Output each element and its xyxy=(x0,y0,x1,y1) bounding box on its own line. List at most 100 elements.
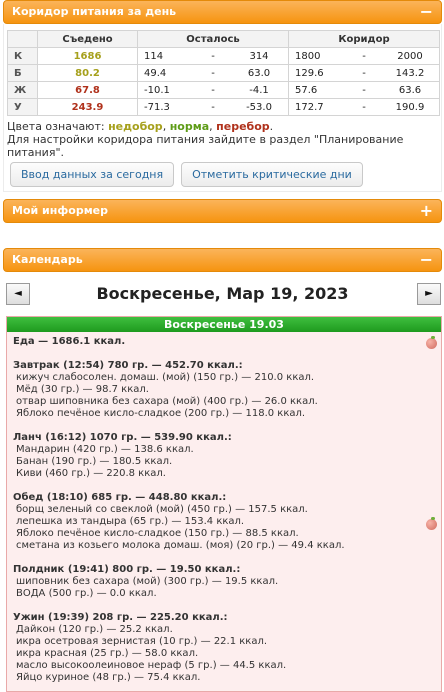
meal-title[interactable]: Завтрак (12:54) 780 гр. — 452.70 ккал.: xyxy=(13,360,435,372)
day-total: Еда — 1686.1 ккал. xyxy=(13,336,126,347)
range-separator: - xyxy=(211,101,215,113)
meal-title[interactable]: Обед (18:10) 685 гр. — 448.80 ккал.: xyxy=(13,492,435,504)
meal-item: лепешка из тандыра (65 гр.) — 153.4 ккал… xyxy=(16,516,245,527)
meal-item: Дайкон (120 гр.) — 25.2 ккал. xyxy=(16,624,173,635)
corridor-to: 63.6 xyxy=(398,84,422,96)
table-row: К 1686 114 - 314 1800 - 2000 xyxy=(7,47,440,65)
meal-item: кижуч слабосолен. домаш. (мой) (150 гр.)… xyxy=(16,372,315,383)
row-label: Ж xyxy=(7,81,38,99)
color-legend: Цвета означают: недобор, норма, перебор.… xyxy=(7,120,438,159)
meal-item: Киви (460 гр.) — 220.8 ккал. xyxy=(16,468,166,479)
meal-item: Яблоко печёное кисло-сладкое (200 гр.) —… xyxy=(16,408,306,419)
meal-item: отвар шиповника без сахара (мой) (400 гр… xyxy=(16,396,318,407)
corridor-from: 1800 xyxy=(295,50,321,62)
row-label: Б xyxy=(7,64,38,82)
remaining-from: -10.1 xyxy=(144,84,170,96)
range-separator: - xyxy=(211,50,215,62)
corridor-panel: Коридор питания за день − Съедено Остало… xyxy=(3,0,442,192)
meal-item: Яблоко печёное кисло-сладкое (150 гр.) —… xyxy=(16,528,299,539)
corridor-from: 172.7 xyxy=(295,101,324,113)
minus-icon[interactable]: − xyxy=(420,249,433,271)
calendar-panel-title: Календарь xyxy=(12,253,83,266)
informer-panel-title: Мой информер xyxy=(12,204,109,217)
meal-item: ВОДА (500 гр.) — 0.0 ккал. xyxy=(16,588,157,599)
meal-title[interactable]: Ланч (16:12) 1070 гр. — 539.90 ккал.: xyxy=(13,432,435,444)
corridor-panel-header[interactable]: Коридор питания за день − xyxy=(3,0,442,24)
remaining-from: 49.4 xyxy=(144,67,167,79)
informer-panel: Мой информер + xyxy=(3,199,442,227)
eaten-value: 67.8 xyxy=(37,81,138,99)
meal-block: Полдник (19:41) 800 гр. — 19.50 ккал.: ши… xyxy=(13,564,435,600)
day-body: Еда — 1686.1 ккал. Завтрак (12:54) 780 г… xyxy=(7,332,441,688)
informer-panel-header[interactable]: Мой информер + xyxy=(3,199,442,223)
apple-icon xyxy=(426,517,437,530)
range-separator: - xyxy=(362,50,366,62)
meal-item: Банан (190 гр.) — 180.5 ккал. xyxy=(16,456,173,467)
calendar-panel: Календарь − Воскресенье, Мар 19, 2023 ◄ … xyxy=(3,248,442,692)
calendar-panel-header[interactable]: Календарь − xyxy=(3,248,442,272)
row-label: У xyxy=(7,98,38,116)
eaten-value: 243.9 xyxy=(37,98,138,116)
meal-block: Ужин (19:39) 208 гр. — 225.20 ккал.: Дайк… xyxy=(13,612,435,684)
collapse-icon[interactable]: − xyxy=(420,1,433,23)
range-separator: - xyxy=(211,67,215,79)
meal-item: Мандарин (420 гр.) — 138.6 ккал. xyxy=(16,444,194,455)
remaining-range: -71.3 - -53.0 xyxy=(137,98,289,116)
col-header-label xyxy=(7,30,38,48)
range-separator: - xyxy=(362,101,366,113)
col-header-remaining: Осталось xyxy=(137,30,289,48)
remaining-to: -53.0 xyxy=(246,101,272,113)
next-day-arrow-icon[interactable]: ► xyxy=(417,283,441,305)
meal-item: Мёд (30 гр.) — 98.7 ккал. xyxy=(16,384,149,395)
remaining-to: 314 xyxy=(249,50,269,62)
meal-list: Завтрак (12:54) 780 гр. — 452.70 ккал.: к… xyxy=(13,360,435,684)
day-entry: Воскресенье 19.03 Еда — 1686.1 ккал. Зав… xyxy=(6,316,442,692)
legend-comma: , xyxy=(162,120,167,133)
meal-title[interactable]: Полдник (19:41) 800 гр. — 19.50 ккал.: xyxy=(13,564,435,576)
corridor-range: 129.6 - 143.2 xyxy=(288,64,440,82)
legend-over: перебор xyxy=(216,120,270,133)
meal-item: Яйцо куриное (48 гр.) — 75.4 ккал. xyxy=(16,672,201,683)
legend-norm: норма xyxy=(169,120,210,133)
corridor-buttons: Ввод данных за сегодня Отметить критичес… xyxy=(7,162,438,187)
meal-title[interactable]: Ужин (19:39) 208 гр. — 225.20 ккал.: xyxy=(13,612,435,624)
plus-icon[interactable]: + xyxy=(420,200,433,222)
range-separator: - xyxy=(362,67,366,79)
corridor-to: 143.2 xyxy=(395,67,425,79)
corridor-to: 2000 xyxy=(397,50,423,62)
corridor-from: 57.6 xyxy=(295,84,318,96)
meal-item: икра осетровая зернистая (10 гр.) — 22.1… xyxy=(16,636,268,647)
corridor-panel-title: Коридор питания за день xyxy=(12,5,177,18)
table-header-row: Съедено Осталось Коридор xyxy=(7,30,440,48)
range-separator: - xyxy=(211,84,215,96)
col-header-corridor: Коридор xyxy=(288,30,440,48)
corridor-range: 1800 - 2000 xyxy=(288,47,440,65)
meal-item: масло высокоолеиновое нераф (5 гр.) — 44… xyxy=(16,660,287,671)
legend-comma: , xyxy=(209,120,213,133)
corridor-table: Съедено Осталось Коридор К 1686 114 - 314 180… xyxy=(7,30,440,116)
calendar-nav: Воскресенье, Мар 19, 2023 ◄ ► xyxy=(3,281,442,309)
remaining-range: 114 - 314 xyxy=(137,47,289,65)
meal-block: Ланч (16:12) 1070 гр. — 539.90 ккал.: Ман… xyxy=(13,432,435,480)
prev-day-arrow-icon[interactable]: ◄ xyxy=(6,283,30,305)
table-row: Б 80.2 49.4 - 63.0 129.6 - 143.2 xyxy=(7,64,440,82)
legend-end: . xyxy=(269,120,274,133)
corridor-to: 190.9 xyxy=(395,101,425,113)
remaining-range: 49.4 - 63.0 xyxy=(137,64,289,82)
remaining-from: 114 xyxy=(144,50,164,62)
corridor-from: 129.6 xyxy=(295,67,324,79)
meal-item: шиповник без сахара (мой) (300 гр.) — 19… xyxy=(16,576,279,587)
remaining-to: 63.0 xyxy=(247,67,271,79)
legend-under: недобор xyxy=(108,120,163,133)
meal-block: Обед (18:10) 685 гр. — 448.80 ккал.: борщ… xyxy=(13,492,435,552)
enter-today-data-button[interactable]: Ввод данных за сегодня xyxy=(10,162,175,187)
table-row: Ж 67.8 -10.1 - -4.1 57.6 - 63.6 xyxy=(7,81,440,99)
calendar-date-title: Воскресенье, Мар 19, 2023 xyxy=(96,284,349,303)
mark-critical-days-button[interactable]: Отметить критические дни xyxy=(181,162,363,187)
row-label: К xyxy=(7,47,38,65)
col-header-eaten: Съедено xyxy=(37,30,138,48)
meal-item: сметана из козьего молока домаш. (моя) (… xyxy=(16,540,345,551)
corridor-range: 57.6 - 63.6 xyxy=(288,81,440,99)
eaten-value: 80.2 xyxy=(37,64,138,82)
day-header: Воскресенье 19.03 xyxy=(7,317,441,332)
